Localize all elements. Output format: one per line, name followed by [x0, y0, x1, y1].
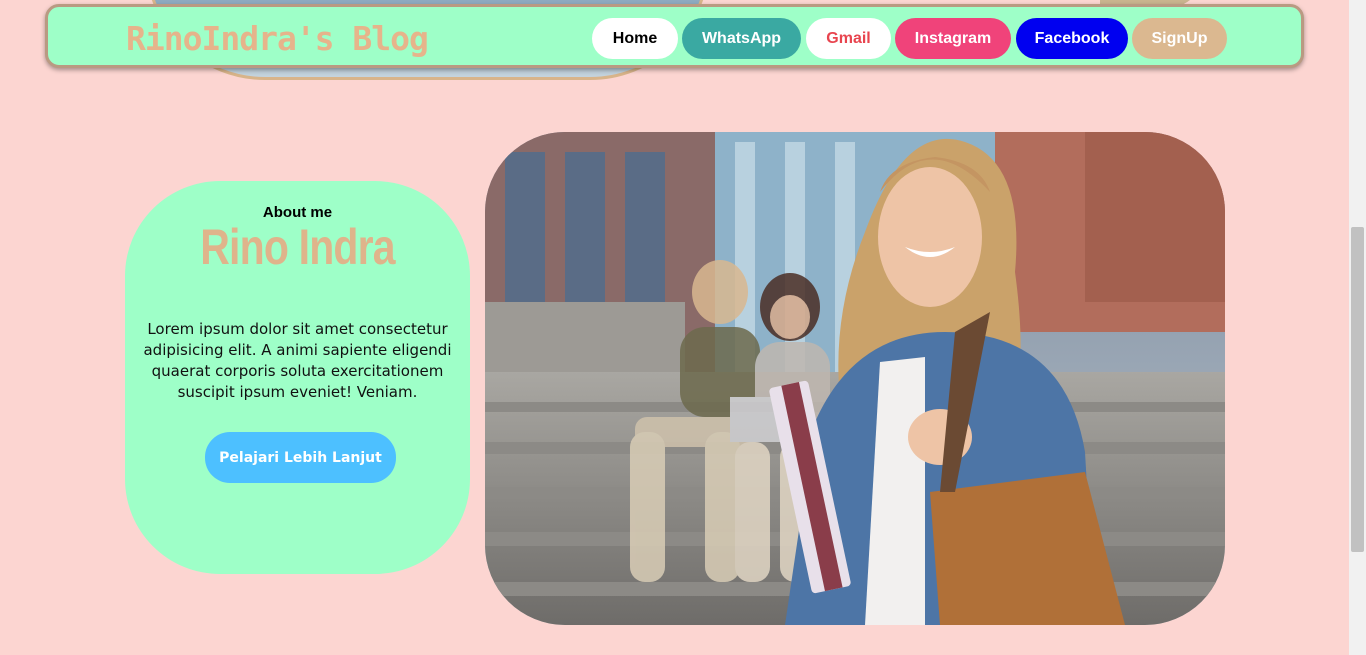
navbar: RinoIndra's Blog Home WhatsApp Gmail Ins…: [45, 4, 1304, 68]
nav-home-button[interactable]: Home: [592, 18, 678, 59]
nav-instagram-button[interactable]: Instagram: [895, 18, 1011, 59]
about-card: About me Rino Indra Lorem ipsum dolor si…: [125, 181, 470, 574]
about-description: Lorem ipsum dolor sit amet consectetur a…: [143, 320, 452, 401]
brand-logo[interactable]: RinoIndra's Blog: [126, 19, 429, 58]
nav-signup-button[interactable]: SignUp: [1132, 18, 1227, 59]
nav-whatsapp-button[interactable]: WhatsApp: [682, 18, 801, 59]
page-scrollbar-thumb[interactable]: [1351, 227, 1364, 552]
learn-more-button[interactable]: Pelajari Lebih Lanjut: [205, 432, 396, 483]
nav-facebook-button[interactable]: Facebook: [1016, 18, 1128, 59]
about-name-heading: Rino Indra: [200, 219, 395, 275]
nav-gmail-button[interactable]: Gmail: [806, 18, 891, 59]
student-photo-illustration: [485, 132, 1225, 625]
hero-photo: [485, 132, 1225, 625]
